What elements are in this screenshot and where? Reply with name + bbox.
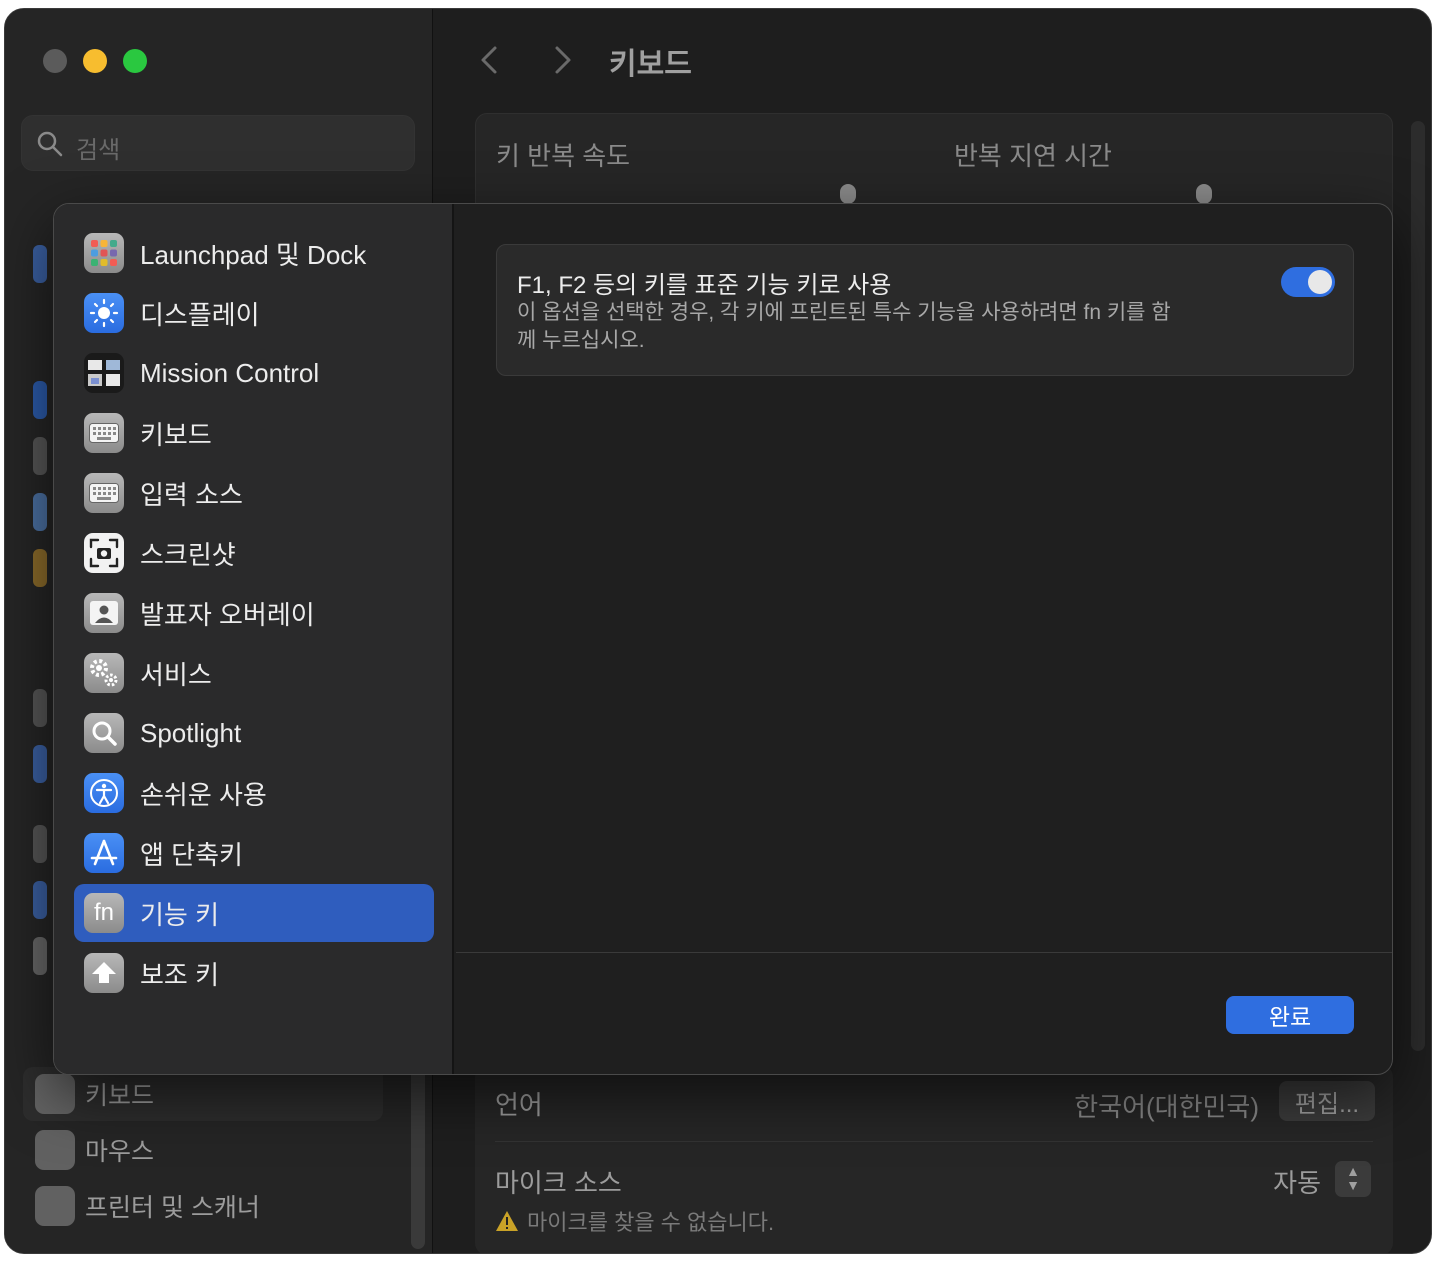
sidebar-item-label: 서비스 (140, 659, 212, 690)
sidebar-item-launchpad-dock[interactable]: Launchpad 및 Dock (74, 224, 434, 282)
app-shortcuts-icon (84, 833, 124, 873)
sidebar-item-displays[interactable]: 디스플레이 (74, 284, 434, 342)
mic-warning: 마이크를 찾을 수 없습니다. (495, 1205, 774, 1237)
delay-until-repeat-label: 반복 지연 시간 (954, 141, 1112, 171)
page-title: 키보드 (609, 48, 692, 81)
sidebar-item-label: Launchpad 및 Dock (140, 239, 367, 270)
delay-slider-knob[interactable] (1196, 184, 1212, 204)
sheet-content: F1, F2 등의 키를 표준 기능 키로 사용 이 옵션을 선택한 경우, 각… (456, 204, 1392, 1074)
sidebar-item-input-sources[interactable]: 입력 소스 (74, 464, 434, 522)
sidebar-item-label: 앱 단축키 (140, 839, 243, 870)
keyboard-icon (35, 1074, 75, 1114)
sidebar-item-label: Spotlight (140, 717, 242, 748)
sidebar-item-mission-control[interactable]: Mission Control (74, 344, 434, 402)
display-brightness-icon (84, 293, 124, 333)
printer-icon (35, 1186, 75, 1226)
sidebar-scrollbar[interactable] (411, 1065, 425, 1249)
sidebar-item-accessibility[interactable]: 손쉬운 사용 (74, 764, 434, 822)
accessibility-icon (84, 773, 124, 813)
sidebar-item-label: 입력 소스 (140, 479, 243, 510)
sidebar-item-mouse[interactable]: 마우스 (23, 1123, 383, 1177)
sidebar-item-function-keys[interactable]: fn 기능 키 (74, 884, 434, 942)
sheet-sidebar: Launchpad 및 Dock 디스플레이 Mission Control 키… (54, 204, 454, 1074)
mic-warning-text: 마이크를 찾을 수 없습니다. (527, 1210, 775, 1235)
fn-keys-toggle[interactable] (1281, 267, 1335, 297)
done-button[interactable]: 완료 (1226, 996, 1354, 1034)
key-repeat-slider-knob[interactable] (840, 184, 856, 204)
fn-keys-option-card: F1, F2 등의 키를 표준 기능 키로 사용 이 옵션을 선택한 경우, 각… (496, 244, 1354, 376)
toggle-knob (1308, 270, 1332, 294)
search-field[interactable]: 검색 (21, 115, 415, 171)
sidebar-item-services[interactable]: 서비스 (74, 644, 434, 702)
maximize-window-button[interactable] (123, 49, 147, 73)
forward-chevron-icon[interactable] (547, 45, 577, 75)
settings-window: 검색 키보드 마우스 프린터 및 스캐너 키보드 키 반복 속도 반복 지연 시… (4, 8, 1432, 1254)
sidebar-item-spotlight[interactable]: Spotlight (74, 704, 434, 762)
mic-source-label: 마이크 소스 (495, 1168, 622, 1198)
language-label: 언어 (495, 1090, 543, 1120)
fn-key-icon: fn (84, 893, 124, 933)
function-keys-sheet: Launchpad 및 Dock 디스플레이 Mission Control 키… (53, 203, 1393, 1075)
edit-language-button[interactable]: 편집... (1279, 1081, 1375, 1121)
services-gear-icon (84, 653, 124, 693)
minimize-window-button[interactable] (83, 49, 107, 73)
keyboard-icon (84, 413, 124, 453)
search-placeholder: 검색 (76, 137, 121, 164)
option-description: 이 옵션을 선택한 경우, 각 키에 프린트된 특수 기능을 사용하려면 fn … (517, 301, 1171, 352)
language-card: 언어 한국어(대한민국) 편집... 마이크 소스 마이크를 찾을 수 없습니다… (475, 1065, 1393, 1253)
sidebar-item-label: 손쉬운 사용 (140, 779, 267, 810)
divider (495, 1141, 1373, 1142)
key-repeat-rate-label: 키 반복 속도 (496, 141, 631, 171)
modifier-keys-icon (84, 953, 124, 993)
sidebar-item-label: 키보드 (85, 1082, 155, 1110)
spotlight-icon (84, 713, 124, 753)
screenshot-icon (84, 533, 124, 573)
sidebar-item-app-shortcuts[interactable]: 앱 단축키 (74, 824, 434, 882)
sidebar-item-label: 프린터 및 스캐너 (85, 1194, 260, 1222)
sidebar-item-presenter-overlay[interactable]: 발표자 오버레이 (74, 584, 434, 642)
back-chevron-icon[interactable] (475, 45, 505, 75)
option-title: F1, F2 등의 키를 표준 기능 키로 사용 (517, 272, 892, 299)
sidebar-item-label: 키보드 (140, 419, 212, 450)
footer-divider (456, 952, 1392, 953)
sidebar-item-label: 발표자 오버레이 (140, 599, 315, 630)
sidebar-item-screenshots[interactable]: 스크린샷 (74, 524, 434, 582)
warning-icon (496, 1211, 518, 1231)
language-value: 한국어(대한민국) (1074, 1092, 1259, 1122)
sidebar-item-label: 기능 키 (140, 899, 219, 930)
input-sources-icon (84, 473, 124, 513)
presenter-overlay-icon (84, 593, 124, 633)
mouse-icon (35, 1130, 75, 1170)
mic-source-stepper[interactable]: ▲ ▼ (1335, 1161, 1371, 1197)
launchpad-icon (84, 233, 124, 273)
sidebar-item-label: 보조 키 (140, 959, 219, 990)
sidebar-item-modifier-keys[interactable]: 보조 키 (74, 944, 434, 1002)
mic-source-value[interactable]: 자동 (1273, 1163, 1321, 1200)
sidebar-item-label: 스크린샷 (140, 539, 236, 570)
fn-icon-text: fn (93, 899, 114, 926)
close-window-button[interactable] (43, 49, 67, 73)
sidebar-item-keyboard[interactable]: 키보드 (23, 1067, 383, 1121)
sidebar-item-printers[interactable]: 프린터 및 스캐너 (23, 1179, 383, 1233)
sidebar-item-keyboard[interactable]: 키보드 (74, 404, 434, 462)
search-icon (37, 131, 63, 157)
sidebar-item-label: 디스플레이 (140, 299, 260, 330)
sidebar-item-label: Mission Control (140, 357, 320, 388)
content-scrollbar[interactable] (1411, 121, 1425, 1051)
sidebar-item-label: 마우스 (85, 1138, 155, 1166)
mission-control-icon (84, 353, 124, 393)
